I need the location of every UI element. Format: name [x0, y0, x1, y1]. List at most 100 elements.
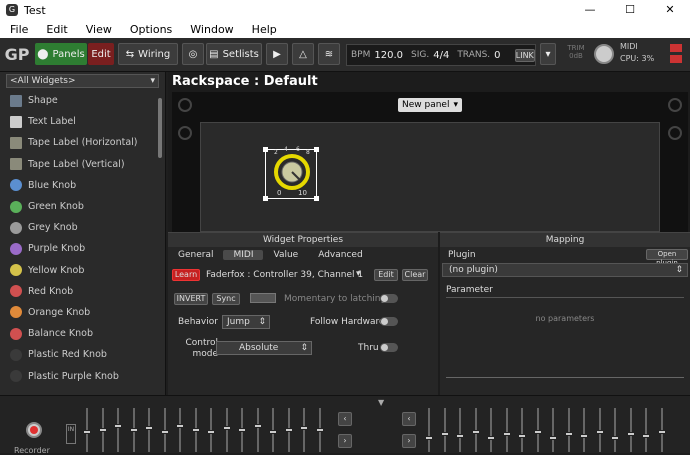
knob-widget-selection[interactable]: 2 4 6 8 0 10 — [263, 146, 319, 201]
fader-track[interactable] — [580, 408, 588, 452]
chevron-left-icon[interactable]: ‹ — [338, 412, 352, 426]
fader-handle[interactable] — [145, 426, 153, 430]
fader-handle[interactable] — [518, 434, 526, 438]
menu-file[interactable]: File — [10, 23, 28, 36]
fader-handle[interactable] — [114, 424, 122, 428]
globe-icon[interactable]: ◎ — [182, 43, 204, 65]
widget-list-item[interactable]: Green Knob — [0, 196, 165, 217]
fader-track[interactable] — [456, 408, 464, 452]
chevron-right-icon[interactable]: › — [402, 434, 416, 448]
fader-track[interactable] — [284, 408, 293, 452]
fader-handle[interactable] — [284, 428, 293, 432]
fader-track[interactable] — [160, 408, 169, 452]
learn-button[interactable]: Learn — [172, 269, 200, 281]
widget-list-item[interactable]: Tape Label (Horizontal) — [0, 132, 165, 153]
thru-toggle[interactable] — [380, 343, 398, 352]
widget-list-item[interactable]: Purple Knob — [0, 238, 165, 259]
menu-edit[interactable]: Edit — [46, 23, 67, 36]
fader-track[interactable] — [191, 408, 200, 452]
fader-handle[interactable] — [238, 428, 246, 432]
fader-handle[interactable] — [83, 430, 91, 434]
tab-value[interactable]: Value — [263, 250, 308, 260]
maximize-button[interactable]: ☐ — [610, 0, 650, 20]
fader-track[interactable] — [300, 408, 308, 452]
fader-handle[interactable] — [549, 436, 557, 440]
fader-handle[interactable] — [425, 436, 433, 440]
fader-handle[interactable] — [642, 434, 650, 438]
fader-track[interactable] — [502, 408, 511, 452]
midi-source-select[interactable]: Faderfox : Controller 39, Channel 1 — [206, 270, 363, 280]
widget-list-item[interactable]: Balance Knob — [0, 323, 165, 344]
fader-handle[interactable] — [440, 432, 449, 436]
fader-track[interactable] — [315, 408, 324, 452]
menu-view[interactable]: View — [86, 23, 112, 36]
record-button[interactable] — [26, 422, 42, 438]
fader-handle[interactable] — [487, 436, 495, 440]
dropdown-arrow-icon[interactable]: ▾ — [540, 43, 556, 65]
fader-track[interactable] — [518, 408, 526, 452]
fader-track[interactable] — [129, 408, 138, 452]
fader-track[interactable] — [471, 408, 480, 452]
behavior-select[interactable]: Jump ⇕ — [222, 315, 270, 329]
fader-handle[interactable] — [471, 430, 480, 434]
fader-handle[interactable] — [580, 434, 588, 438]
expand-arrow-icon[interactable]: ▼ — [378, 398, 384, 407]
fader-track[interactable] — [549, 408, 557, 452]
fader-track[interactable] — [611, 408, 619, 452]
fader-track[interactable] — [253, 408, 262, 452]
fader-handle[interactable] — [176, 424, 184, 428]
sidebar-scrollbar[interactable] — [158, 98, 162, 158]
bpm-value[interactable]: 120.0 — [374, 50, 403, 61]
panel-canvas[interactable]: 2 4 6 8 0 10 — [200, 122, 660, 232]
widget-list-item[interactable]: Red Knob — [0, 281, 165, 302]
fader-handle[interactable] — [657, 430, 666, 434]
widget-list-item[interactable]: Yellow Knob — [0, 260, 165, 281]
sig-value[interactable]: 4/4 — [433, 50, 449, 61]
menu-window[interactable]: Window — [190, 23, 233, 36]
fader-track[interactable] — [114, 408, 122, 452]
wiring-button[interactable]: ⇆ Wiring — [118, 43, 178, 65]
fader-track[interactable] — [425, 408, 433, 452]
fader-track[interactable] — [222, 408, 231, 452]
tuner-icon[interactable]: ≋ — [318, 43, 340, 65]
fader-handle[interactable] — [129, 428, 138, 432]
fader-track[interactable] — [487, 408, 495, 452]
fader-handle[interactable] — [300, 426, 308, 430]
fader-track[interactable] — [238, 408, 246, 452]
fader-handle[interactable] — [98, 428, 107, 432]
trans-value[interactable]: 0 — [494, 50, 500, 61]
trim-knob[interactable] — [594, 44, 614, 64]
momentary-toggle[interactable] — [380, 294, 398, 303]
panels-button[interactable]: ⬤ Panels — [35, 43, 87, 65]
resize-handle[interactable] — [314, 196, 319, 201]
fader-handle[interactable] — [207, 430, 215, 434]
open-plugin-button[interactable]: Open plugin — [646, 249, 688, 267]
fader-track[interactable] — [657, 408, 666, 452]
fader-track[interactable] — [533, 408, 542, 452]
fader-handle[interactable] — [253, 424, 262, 428]
widget-list-item[interactable]: Plastic Red Knob — [0, 344, 165, 365]
tab-advanced[interactable]: Advanced — [308, 250, 372, 260]
plugin-select[interactable]: (no plugin) ⇕ — [442, 263, 688, 277]
widget-list-item[interactable]: Blue Knob — [0, 175, 165, 196]
invert-button[interactable]: INVERT — [174, 293, 208, 305]
fader-handle[interactable] — [564, 432, 573, 436]
fader-track[interactable] — [642, 408, 650, 452]
fader-track[interactable] — [83, 408, 91, 452]
chevron-right-icon[interactable]: › — [338, 434, 352, 448]
edit-midi-button[interactable]: Edit — [374, 269, 398, 281]
fader-handle[interactable] — [502, 432, 511, 436]
widget-list-item[interactable]: Shape — [0, 90, 165, 111]
fader-handle[interactable] — [191, 428, 200, 432]
menu-options[interactable]: Options — [130, 23, 172, 36]
widget-list-item[interactable]: Tape Label (Vertical) — [0, 154, 165, 175]
widget-list-item[interactable]: Text Label — [0, 111, 165, 132]
sync-slider[interactable] — [250, 293, 276, 303]
link-button[interactable]: LINK — [514, 48, 535, 62]
setlists-button[interactable]: ▤ Setlists — [206, 43, 262, 65]
follow-hardware-toggle[interactable] — [380, 317, 398, 326]
fader-handle[interactable] — [269, 430, 277, 434]
widget-list-item[interactable]: Plastic Purple Knob — [0, 365, 165, 386]
fader-handle[interactable] — [611, 436, 619, 440]
fader-handle[interactable] — [626, 432, 635, 436]
